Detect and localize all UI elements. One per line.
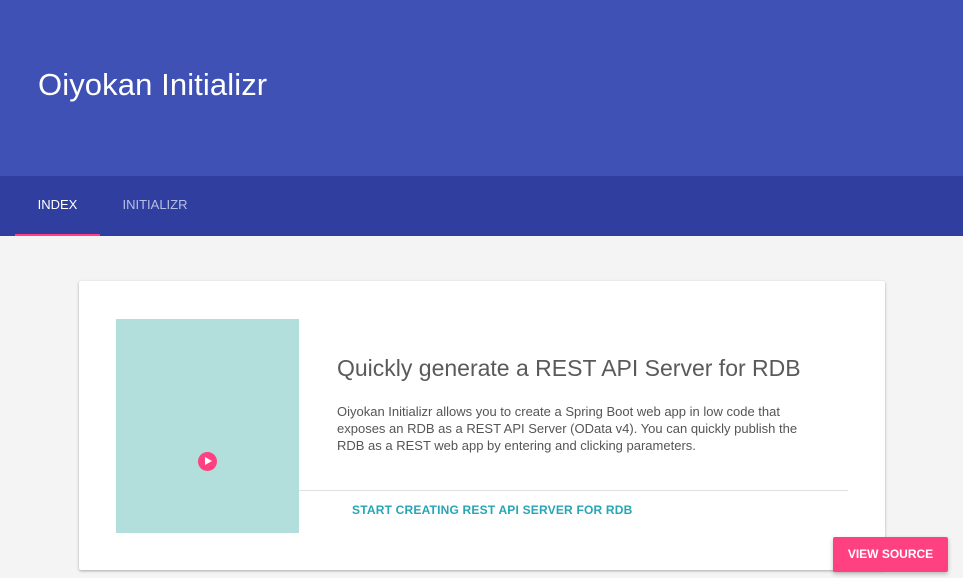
app-title: Oiyokan Initializr <box>38 67 268 102</box>
view-source-button[interactable]: VIEW SOURCE <box>833 537 948 572</box>
card-media[interactable] <box>116 319 299 533</box>
active-tab-indicator <box>15 234 100 236</box>
tab-bar: INDEX INITIALIZR <box>0 176 963 236</box>
card-title: Quickly generate a REST API Server for R… <box>337 355 801 381</box>
tab-index[interactable]: INDEX <box>15 175 100 235</box>
app-header: Oiyokan Initializr <box>0 0 963 176</box>
play-icon[interactable] <box>198 452 217 471</box>
intro-card: Quickly generate a REST API Server for R… <box>79 281 885 570</box>
card-divider <box>299 490 848 491</box>
play-triangle <box>205 457 212 465</box>
card-description: Oiyokan Initializr allows you to create … <box>337 404 798 453</box>
tab-initializr[interactable]: INITIALIZR <box>100 175 210 235</box>
start-creating-button[interactable]: START CREATING REST API SERVER FOR RDB <box>352 503 633 517</box>
